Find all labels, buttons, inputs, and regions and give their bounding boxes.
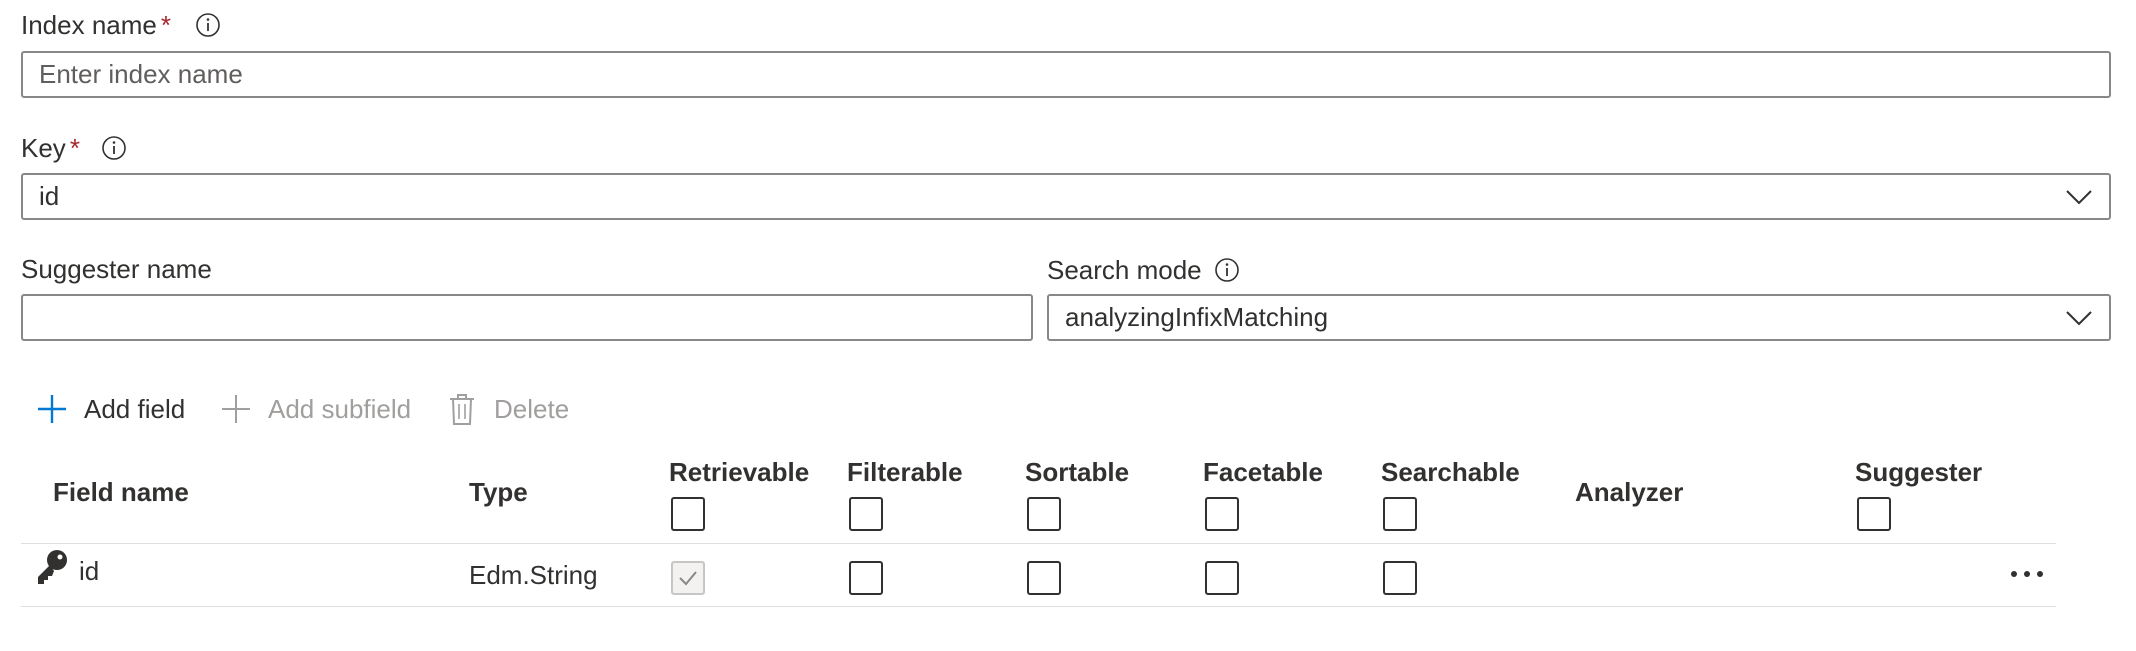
header-filterable: Filterable — [847, 457, 963, 487]
filterable-checkbox[interactable] — [849, 561, 883, 595]
suggester-name-input[interactable] — [21, 294, 1033, 341]
add-subfield-button[interactable]: Add subfield — [220, 390, 411, 428]
index-name-input[interactable]: Enter index name — [21, 51, 2111, 98]
key-label-text: Key — [21, 133, 66, 163]
header-type: Type — [469, 477, 528, 507]
more-options-icon[interactable] — [2009, 567, 2045, 581]
facetable-header-checkbox[interactable] — [1205, 497, 1239, 531]
checkmark-icon — [679, 571, 697, 586]
delete-button[interactable]: Delete — [448, 390, 569, 428]
search-mode-label: Search mode — [1047, 253, 1202, 287]
suggester-name-label: Suggester name — [21, 252, 212, 286]
facetable-checkbox[interactable] — [1205, 561, 1239, 595]
sortable-header-checkbox[interactable] — [1027, 497, 1061, 531]
add-field-label: Add field — [84, 393, 186, 424]
header-searchable: Searchable — [1381, 457, 1520, 487]
filterable-header-checkbox[interactable] — [849, 497, 883, 531]
info-icon[interactable] — [1214, 257, 1240, 283]
header-facetable: Facetable — [1203, 457, 1323, 487]
header-divider — [21, 543, 2056, 544]
header-suggester: Suggester — [1855, 457, 1983, 487]
index-name-label: Index name * — [21, 8, 171, 42]
header-retrievable: Retrievable — [669, 457, 810, 487]
add-icon — [38, 395, 66, 423]
add-subfield-label: Add subfield — [268, 393, 412, 424]
search-mode-dropdown[interactable]: analyzingInfixMatching — [1047, 294, 2111, 341]
trash-icon — [450, 394, 474, 425]
chevron-down-icon — [2066, 310, 2092, 325]
index-name-label-text: Index name — [21, 10, 157, 40]
header-analyzer: Analyzer — [1575, 477, 1684, 507]
info-icon[interactable] — [101, 135, 127, 161]
sortable-checkbox[interactable] — [1027, 561, 1061, 595]
add-field-button[interactable]: Add field — [36, 390, 185, 428]
retrievable-header-checkbox[interactable] — [671, 497, 705, 531]
row-field-name: id — [79, 556, 100, 586]
searchable-header-checkbox[interactable] — [1383, 497, 1417, 531]
required-marker: * — [160, 10, 171, 40]
search-mode-value: analyzingInfixMatching — [1065, 302, 1329, 332]
suggester-header-checkbox[interactable] — [1857, 497, 1891, 531]
key-icon — [38, 550, 67, 584]
info-icon[interactable] — [195, 12, 221, 38]
required-marker: * — [69, 133, 80, 163]
searchable-checkbox[interactable] — [1383, 561, 1417, 595]
add-icon — [222, 395, 250, 423]
key-label: Key * — [21, 131, 80, 165]
search-mode-label-text: Search mode — [1047, 255, 1202, 285]
header-sortable: Sortable — [1025, 457, 1130, 487]
key-dropdown-value: id — [39, 181, 60, 211]
header-field-name: Field name — [53, 477, 189, 507]
delete-label: Delete — [494, 393, 570, 424]
row-type: Edm.String — [469, 560, 598, 590]
index-name-placeholder: Enter index name — [39, 59, 243, 89]
suggester-name-label-text: Suggester name — [21, 254, 212, 284]
row-divider — [21, 606, 2056, 607]
retrievable-checkbox — [671, 561, 705, 595]
chevron-down-icon — [2066, 189, 2092, 204]
key-dropdown[interactable]: id — [21, 173, 2111, 220]
